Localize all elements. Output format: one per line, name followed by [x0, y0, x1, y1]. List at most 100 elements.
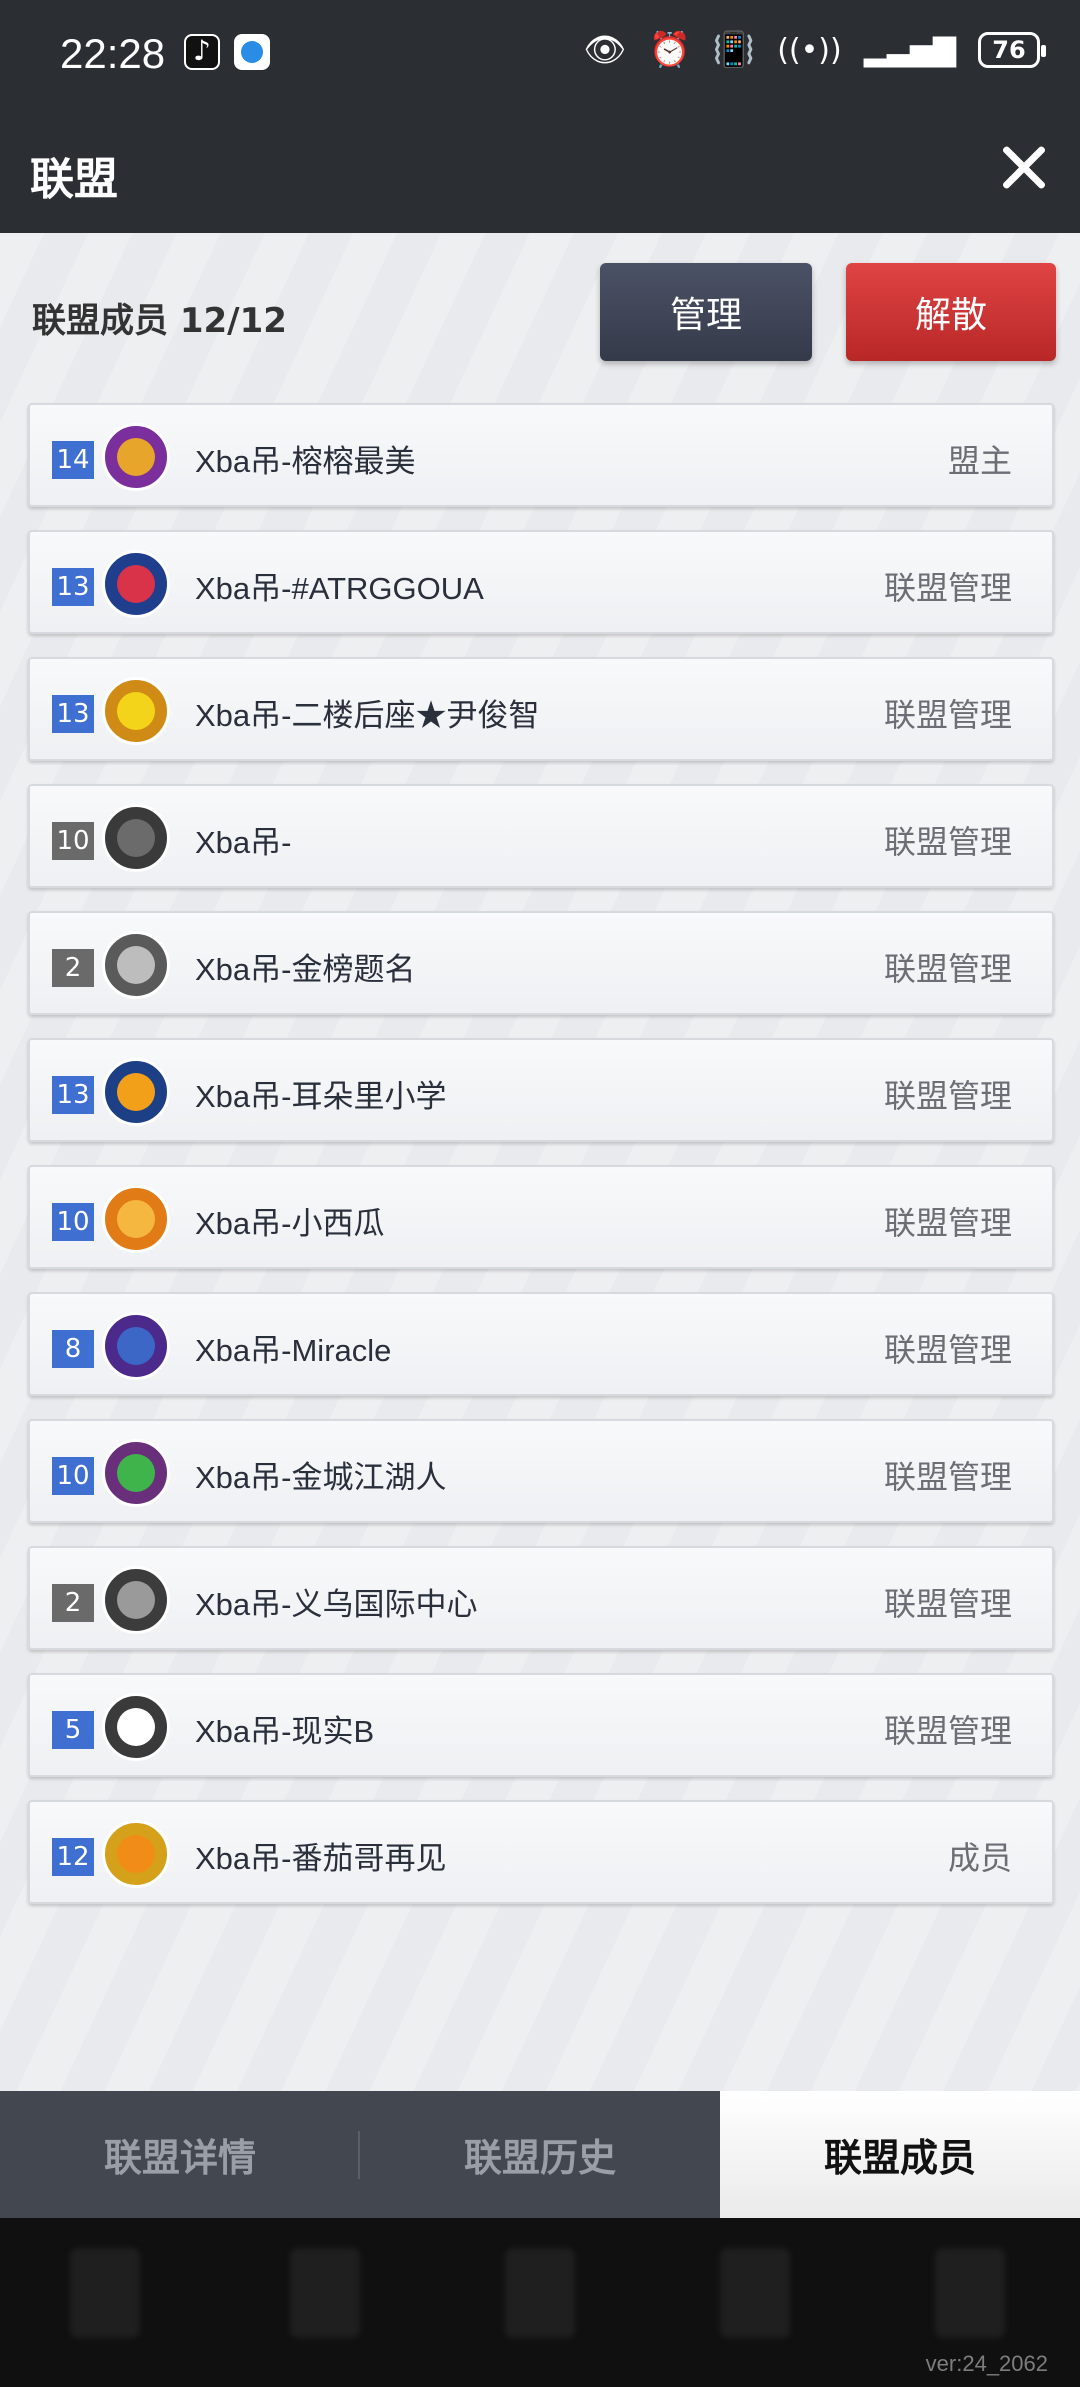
member-level: 5 — [52, 1711, 94, 1749]
team-badge-emblem — [117, 438, 155, 476]
member-level: 13 — [52, 695, 94, 733]
member-row[interactable]: 10 Xba吊- 联盟管理 — [28, 784, 1054, 888]
member-row[interactable]: 10 Xba吊-小西瓜 联盟管理 — [28, 1165, 1054, 1269]
team-badge-icon — [102, 931, 170, 999]
team-badge-emblem — [117, 946, 155, 984]
team-badge-emblem — [117, 1073, 155, 1111]
eye-icon: 👁 — [583, 30, 627, 70]
member-row[interactable]: 14 Xba吊-榕榕最美 盟主 — [28, 403, 1054, 507]
team-badge-icon — [102, 1439, 170, 1507]
member-name: Xba吊-榕榕最美 — [195, 444, 416, 479]
member-level: 10 — [52, 1457, 94, 1495]
vibrate-icon: 📳 — [712, 30, 756, 70]
disband-button[interactable]: 解散 — [846, 263, 1056, 361]
nav-ghost-icon — [935, 2248, 1005, 2338]
browser-icon — [234, 34, 270, 70]
alliance-members-panel: 联盟成员 12/12 管理 解散 14 Xba吊-榕榕最美 盟主 13 Xba吊-#AT… — [0, 233, 1080, 2091]
member-row[interactable]: 2 Xba吊-义乌国际中心 联盟管理 — [28, 1546, 1054, 1650]
member-role: 联盟管理 — [883, 950, 1012, 988]
version-label: ver:24_2062 — [925, 2351, 1048, 2376]
member-level: 13 — [52, 1076, 94, 1114]
status-icons: 👁 ⏰ 📳 ((•)) ▂▃▅▇ 76 — [583, 30, 1046, 70]
team-badge-icon — [102, 1058, 170, 1126]
member-role: 盟主 — [947, 442, 1012, 480]
nav-ghost-icon — [290, 2248, 360, 2338]
member-row[interactable]: 13 Xba吊-二楼后座★尹俊智 联盟管理 — [28, 657, 1054, 761]
member-level: 2 — [52, 949, 94, 987]
member-name: Xba吊-番茄哥再见 — [195, 1841, 447, 1876]
member-name: Xba吊-耳朵里小学 — [195, 1079, 447, 1114]
member-name: Xba吊-Miracle — [195, 1333, 392, 1368]
member-role: 联盟管理 — [883, 1585, 1012, 1623]
member-level: 10 — [52, 822, 94, 860]
team-badge-emblem — [117, 1200, 155, 1238]
member-row[interactable]: 8 Xba吊-Miracle 联盟管理 — [28, 1292, 1054, 1396]
bottom-nav: ver:24_2062 — [0, 2218, 1080, 2387]
member-row[interactable]: 13 Xba吊-耳朵里小学 联盟管理 — [28, 1038, 1054, 1142]
team-badge-icon — [102, 423, 170, 491]
team-badge-icon — [102, 1566, 170, 1634]
member-list: 14 Xba吊-榕榕最美 盟主 13 Xba吊-#ATRGGOUA 联盟管理 13 Xba吊-… — [28, 403, 1054, 1927]
member-level: 12 — [52, 1838, 94, 1876]
member-level: 14 — [52, 441, 94, 479]
member-role: 联盟管理 — [883, 569, 1012, 607]
team-badge-emblem — [117, 692, 155, 730]
wifi-icon: ((•)) — [777, 32, 842, 68]
alarm-icon: ⏰ — [648, 30, 691, 70]
nav-ghost-icon — [70, 2248, 140, 2338]
member-name: Xba吊-二楼后座★尹俊智 — [195, 698, 540, 733]
team-badge-emblem — [117, 1708, 155, 1746]
member-row[interactable]: 13 Xba吊-#ATRGGOUA 联盟管理 — [28, 530, 1054, 634]
member-role: 联盟管理 — [883, 696, 1012, 734]
nav-ghost-icon — [720, 2248, 790, 2338]
member-role: 联盟管理 — [883, 823, 1012, 861]
member-name: Xba吊-金城江湖人 — [195, 1460, 447, 1495]
member-row[interactable]: 2 Xba吊-金榜题名 联盟管理 — [28, 911, 1054, 1015]
member-level: 10 — [52, 1203, 94, 1241]
team-badge-emblem — [117, 1581, 155, 1619]
tab-bar: 联盟详情 联盟历史 联盟成员 — [0, 2091, 1080, 2218]
team-badge-emblem — [117, 1454, 155, 1492]
signal-icon: ▂▃▅▇ — [863, 32, 956, 68]
status-time: 22:28 — [60, 30, 166, 77]
member-role: 成员 — [947, 1839, 1012, 1877]
member-name: Xba吊- — [195, 825, 292, 860]
tab-label: 联盟详情 — [103, 2136, 256, 2180]
team-badge-icon — [102, 1693, 170, 1761]
member-name: Xba吊-金榜题名 — [195, 952, 416, 987]
member-role: 联盟管理 — [883, 1204, 1012, 1242]
team-badge-icon — [102, 1820, 170, 1888]
team-badge-emblem — [117, 819, 155, 857]
team-badge-icon — [102, 550, 170, 618]
team-badge-icon — [102, 1185, 170, 1253]
tab-alliance-details[interactable]: 联盟详情 — [0, 2091, 360, 2218]
member-name: Xba吊-小西瓜 — [195, 1206, 385, 1241]
tab-label: 联盟成员 — [823, 2136, 976, 2180]
members-count: 联盟成员 12/12 — [32, 301, 287, 341]
member-level: 8 — [52, 1330, 94, 1368]
member-role: 联盟管理 — [883, 1712, 1012, 1750]
member-role: 联盟管理 — [883, 1458, 1012, 1496]
team-badge-emblem — [117, 1327, 155, 1365]
team-badge-emblem — [117, 1835, 155, 1873]
member-name: Xba吊-义乌国际中心 — [195, 1587, 478, 1622]
tab-alliance-members[interactable]: 联盟成员 — [720, 2091, 1080, 2218]
tab-label: 联盟历史 — [463, 2136, 616, 2180]
member-row[interactable]: 5 Xba吊-现实B 联盟管理 — [28, 1673, 1054, 1777]
alliance-header: 联盟 — [0, 105, 1080, 233]
member-level: 2 — [52, 1584, 94, 1622]
member-row[interactable]: 12 Xba吊-番茄哥再见 成员 — [28, 1800, 1054, 1904]
member-name: Xba吊-现实B — [195, 1714, 375, 1749]
close-icon[interactable] — [998, 141, 1050, 193]
team-badge-emblem — [117, 565, 155, 603]
member-level: 13 — [52, 568, 94, 606]
member-row[interactable]: 10 Xba吊-金城江湖人 联盟管理 — [28, 1419, 1054, 1523]
member-name: Xba吊-#ATRGGOUA — [195, 571, 484, 606]
tab-alliance-history[interactable]: 联盟历史 — [360, 2091, 720, 2218]
team-badge-icon — [102, 1312, 170, 1380]
nav-ghost-icon — [505, 2248, 575, 2338]
manage-button[interactable]: 管理 — [600, 263, 812, 361]
page-title: 联盟 — [30, 154, 118, 205]
status-bar: 22:28 👁 ⏰ 📳 ((•)) ▂▃▅▇ 76 — [0, 0, 1080, 105]
member-role: 联盟管理 — [883, 1331, 1012, 1369]
